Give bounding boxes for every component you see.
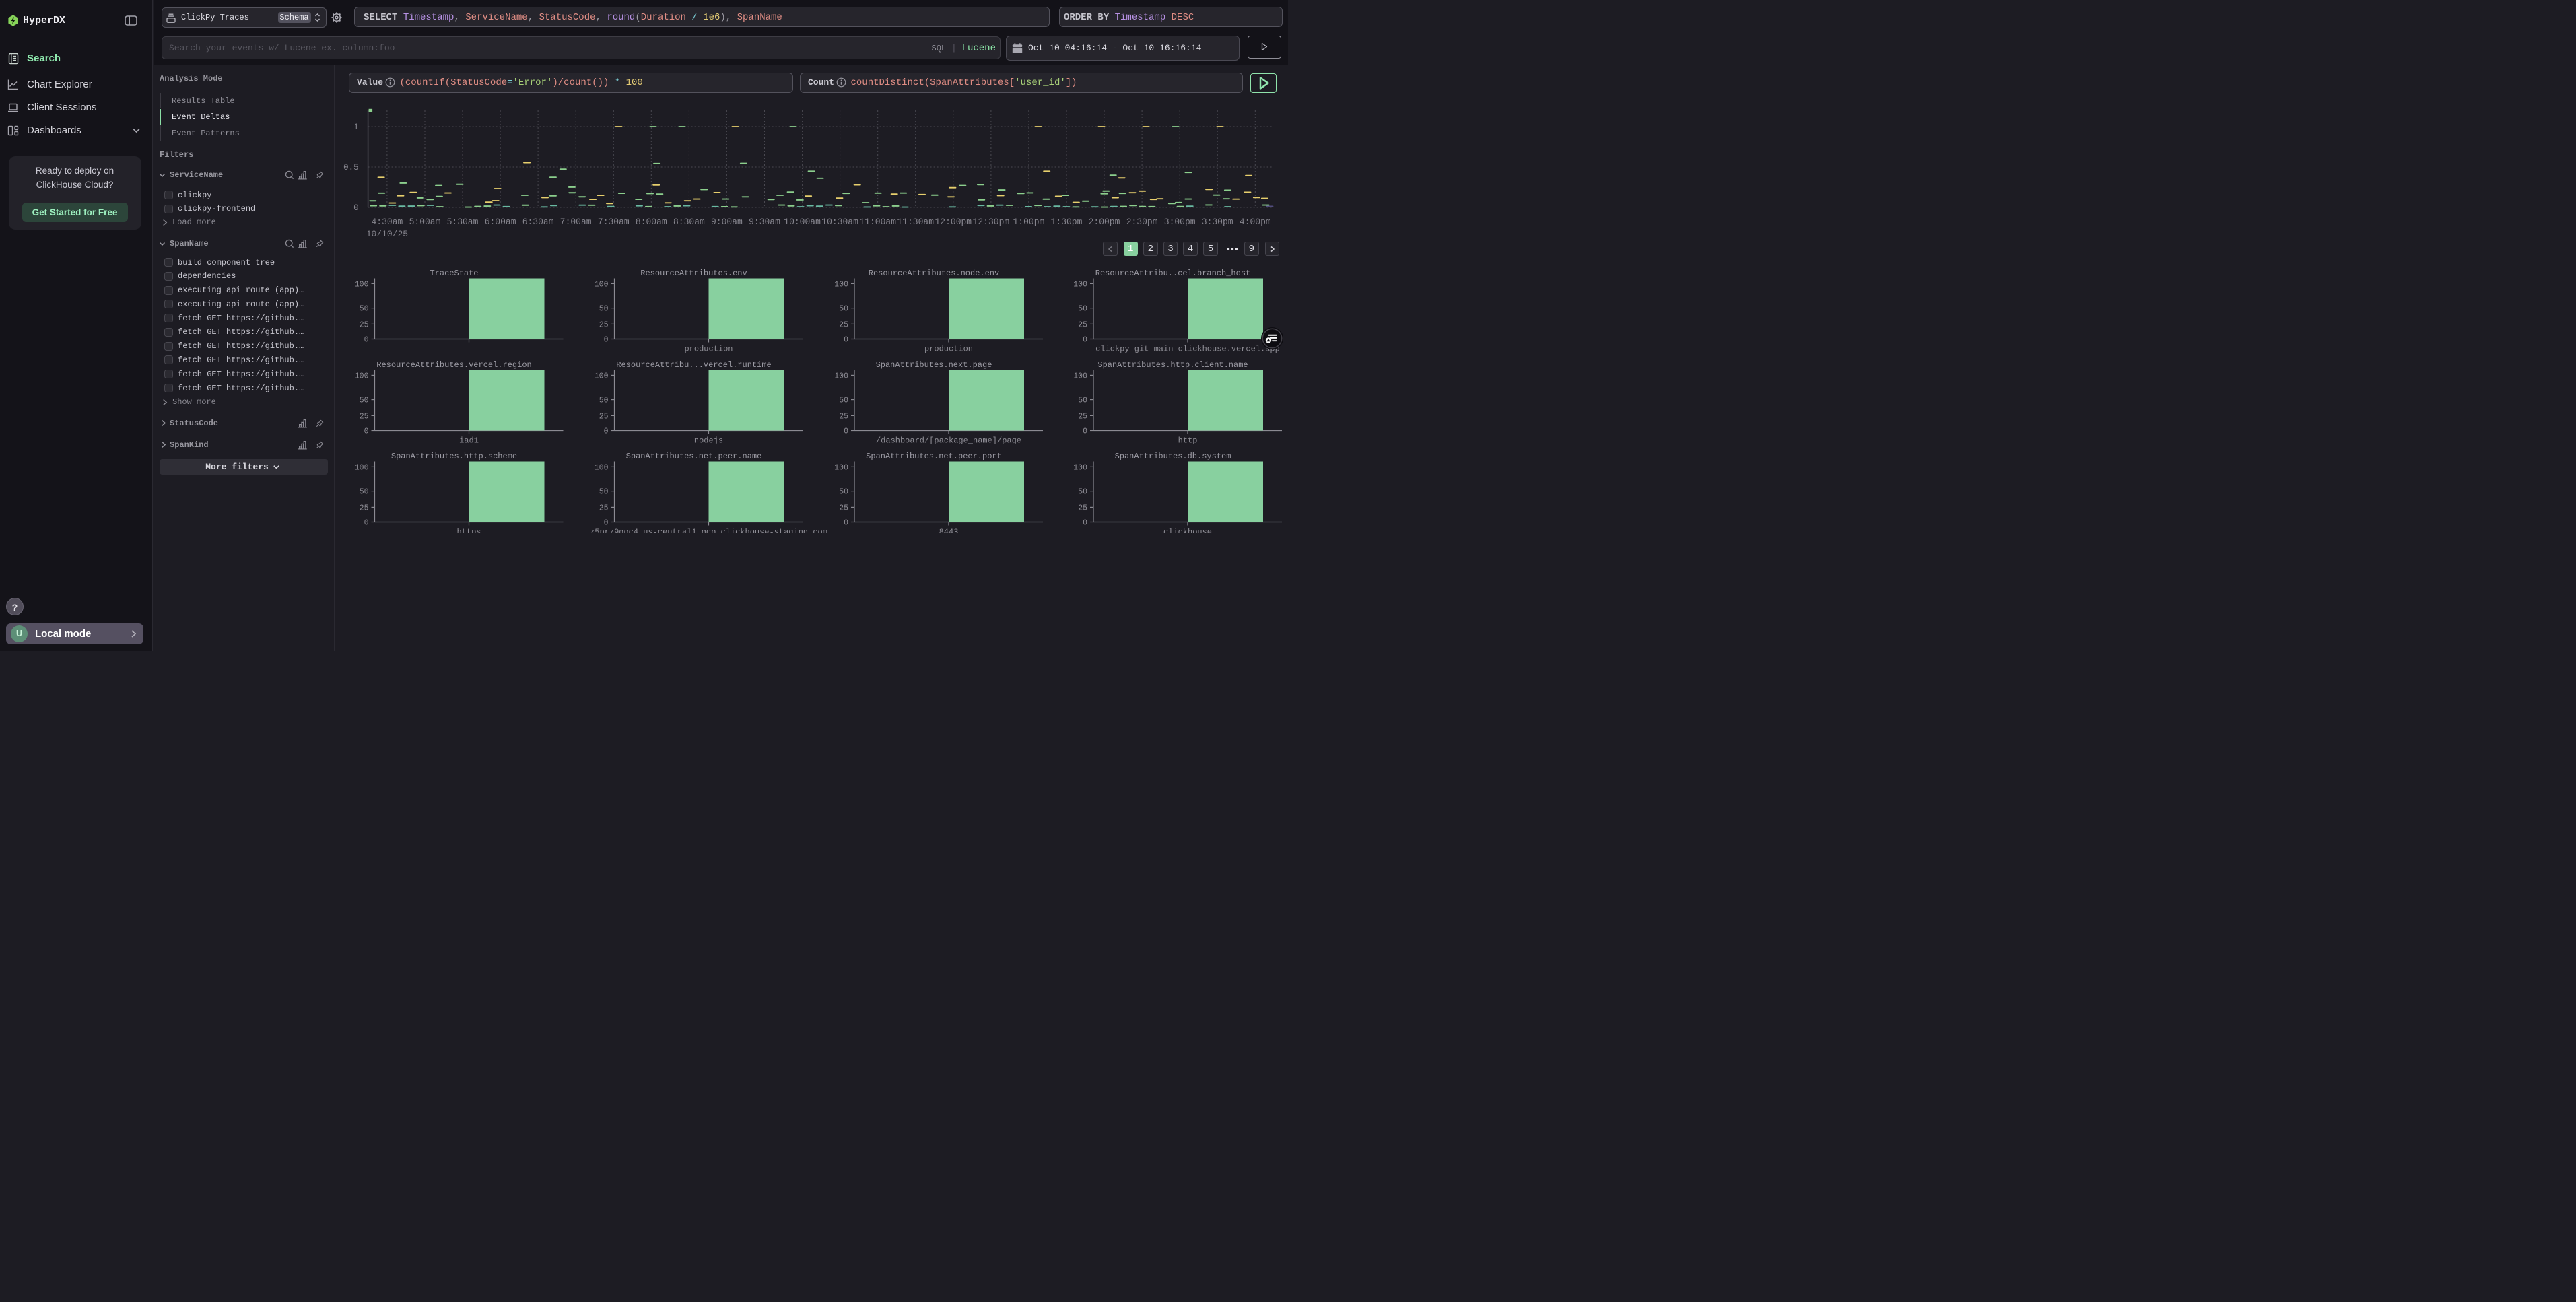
svg-text:50: 50 [839, 397, 848, 405]
svg-text:SpanAttributes.http.client.nam: SpanAttributes.http.client.name [1097, 360, 1248, 370]
svg-text:12:00pm: 12:00pm [935, 217, 972, 227]
svg-text:production: production [684, 345, 733, 354]
svg-text:5:00am: 5:00am [409, 217, 441, 227]
svg-text:1:00pm: 1:00pm [1013, 217, 1044, 227]
svg-text:100: 100 [595, 372, 609, 380]
svg-text:0: 0 [844, 519, 848, 528]
svg-text:50: 50 [839, 488, 848, 497]
svg-text:0: 0 [353, 203, 359, 213]
svg-text:25: 25 [839, 412, 848, 421]
svg-text:iad1: iad1 [459, 436, 479, 446]
svg-text:1: 1 [353, 123, 359, 132]
svg-text:ResourceAttribu...vercel.runti: ResourceAttribu...vercel.runtime [616, 360, 771, 370]
svg-text:0: 0 [604, 519, 609, 528]
svg-text:9:30am: 9:30am [749, 217, 780, 227]
svg-text:0: 0 [1083, 336, 1087, 345]
svg-text:ResourceAttribu..cel.branch_ho: ResourceAttribu..cel.branch_host [1095, 269, 1250, 278]
svg-text:0: 0 [364, 519, 369, 528]
svg-text:/dashboard/[package_name]/page: /dashboard/[package_name]/page [876, 436, 1021, 446]
svg-text:SpanAttributes.http.scheme: SpanAttributes.http.scheme [391, 452, 517, 461]
svg-text:5:30am: 5:30am [447, 217, 479, 227]
svg-text:3:00pm: 3:00pm [1164, 217, 1196, 227]
svg-text:0: 0 [604, 427, 609, 436]
svg-text:4:00pm: 4:00pm [1240, 217, 1271, 227]
svg-text:0: 0 [1083, 519, 1087, 528]
svg-text:clickpy-git-main-clickhouse.ve: clickpy-git-main-clickhouse.vercel.app [1095, 345, 1280, 354]
svg-text:8443: 8443 [939, 528, 959, 533]
svg-text:100: 100 [834, 372, 848, 380]
svg-text:25: 25 [839, 504, 848, 512]
svg-text:10:00am: 10:00am [784, 217, 821, 227]
svg-text:9:00am: 9:00am [711, 217, 743, 227]
svg-text:25: 25 [1078, 412, 1087, 421]
svg-text:2:30pm: 2:30pm [1126, 217, 1158, 227]
svg-text:100: 100 [1073, 463, 1087, 472]
svg-text:100: 100 [595, 280, 609, 289]
svg-text:100: 100 [1073, 372, 1087, 380]
svg-text:0: 0 [1083, 427, 1087, 436]
svg-text:50: 50 [360, 305, 369, 314]
svg-text:25: 25 [1078, 320, 1087, 329]
svg-text:25: 25 [360, 504, 369, 512]
svg-text:11:00am: 11:00am [859, 217, 896, 227]
svg-text:100: 100 [595, 463, 609, 472]
svg-text:50: 50 [360, 397, 369, 405]
svg-text:50: 50 [360, 488, 369, 497]
svg-text:clickhouse: clickhouse [1163, 528, 1212, 533]
svg-text:8:30am: 8:30am [673, 217, 705, 227]
svg-text:7:30am: 7:30am [598, 217, 630, 227]
svg-text:http: http [1178, 436, 1198, 446]
svg-text:https: https [456, 528, 481, 533]
svg-text:100: 100 [355, 280, 369, 289]
svg-text:3:30pm: 3:30pm [1202, 217, 1233, 227]
svg-text:100: 100 [1073, 280, 1087, 289]
svg-text:SpanAttributes.net.peer.port: SpanAttributes.net.peer.port [866, 452, 1002, 461]
svg-text:50: 50 [839, 305, 848, 314]
svg-text:ResourceAttributes.node.env: ResourceAttributes.node.env [869, 269, 999, 278]
svg-text:10:30am: 10:30am [821, 217, 858, 227]
svg-text:100: 100 [834, 280, 848, 289]
svg-text:2:00pm: 2:00pm [1089, 217, 1120, 227]
svg-text:production: production [924, 345, 973, 354]
svg-text:0: 0 [844, 427, 848, 436]
svg-text:25: 25 [1078, 504, 1087, 512]
svg-text:25: 25 [839, 320, 848, 329]
svg-text:25: 25 [599, 504, 609, 512]
svg-text:1:30pm: 1:30pm [1051, 217, 1083, 227]
svg-text:100: 100 [355, 463, 369, 472]
svg-text:z5prz9ggc4.us-central1.gcp.cli: z5prz9ggc4.us-central1.gcp.clickhouse-st… [590, 528, 827, 533]
svg-text:25: 25 [360, 412, 369, 421]
svg-text:12:30pm: 12:30pm [973, 217, 1010, 227]
svg-text:50: 50 [599, 397, 609, 405]
svg-text:SpanAttributes.net.peer.name: SpanAttributes.net.peer.name [626, 452, 762, 461]
svg-text:TraceState: TraceState [430, 269, 478, 278]
svg-text:50: 50 [1078, 305, 1087, 314]
svg-text:7:00am: 7:00am [560, 217, 592, 227]
svg-text:8:00am: 8:00am [636, 217, 667, 227]
svg-text:6:00am: 6:00am [485, 217, 516, 227]
svg-text:SpanAttributes.db.system: SpanAttributes.db.system [1115, 452, 1231, 461]
svg-text:11:30am: 11:30am [897, 217, 934, 227]
svg-text:SpanAttributes.next.page: SpanAttributes.next.page [876, 360, 992, 370]
svg-text:25: 25 [360, 320, 369, 329]
svg-text:25: 25 [599, 412, 609, 421]
svg-text:4:30am: 4:30am [371, 217, 403, 227]
svg-text:50: 50 [1078, 397, 1087, 405]
svg-text:6:30am: 6:30am [522, 217, 554, 227]
svg-text:0: 0 [844, 336, 848, 345]
svg-text:25: 25 [599, 320, 609, 329]
svg-text:50: 50 [599, 488, 609, 497]
svg-text:50: 50 [1078, 488, 1087, 497]
svg-text:0: 0 [364, 427, 369, 436]
svg-text:100: 100 [355, 372, 369, 380]
svg-text:100: 100 [834, 463, 848, 472]
svg-text:nodejs: nodejs [694, 436, 723, 446]
svg-text:0: 0 [364, 336, 369, 345]
svg-text:0.5: 0.5 [343, 163, 359, 172]
svg-text:ResourceAttributes.env: ResourceAttributes.env [640, 269, 747, 278]
svg-text:50: 50 [599, 305, 609, 314]
svg-text:ResourceAttributes.vercel.regi: ResourceAttributes.vercel.region [376, 360, 531, 370]
svg-text:10/10/25: 10/10/25 [366, 229, 408, 239]
svg-text:0: 0 [604, 336, 609, 345]
